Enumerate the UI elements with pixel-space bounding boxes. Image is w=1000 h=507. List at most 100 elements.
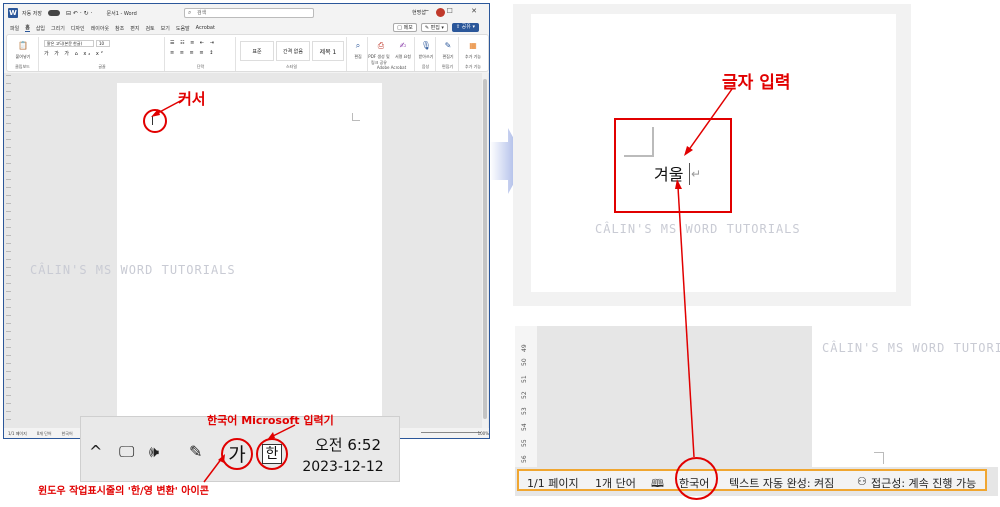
- taskbar-icon-annotation: 윈도우 작업표시줄의 '한/영 변환' 아이콘: [38, 486, 209, 497]
- editor-icon[interactable]: ✎: [442, 41, 454, 53]
- word-window: W 자동 저장 ⊟ ↶ · ↻ · 문서1 - Word 검색 현명섭 ─ ☐ …: [3, 3, 490, 439]
- ruler-tick: 50: [521, 358, 528, 366]
- zoom-slider[interactable]: [421, 432, 481, 433]
- search-input[interactable]: 검색: [184, 8, 314, 18]
- group-addins: ▦ 추가 기능 추가 기능: [460, 37, 486, 71]
- status-language[interactable]: 한국어: [62, 431, 73, 437]
- group-label: 글꼴: [98, 64, 106, 69]
- tab-file[interactable]: 파일: [10, 25, 19, 32]
- document-page[interactable]: [117, 83, 382, 428]
- addins-icon[interactable]: ▦: [467, 41, 479, 53]
- group-paragraph: ☰ ☷ ≡ ⇤ ⇥ ≡ ≡ ≡ ≡ ↕ 단락: [166, 37, 236, 71]
- zoomed-vertical-ruler: 49 50 51 52 53 54 55 56: [515, 326, 537, 467]
- paste-icon[interactable]: 📋: [17, 41, 29, 53]
- tab-help[interactable]: 도움말: [176, 25, 190, 32]
- clock-date[interactable]: 2023-12-12: [293, 459, 393, 475]
- ime-annotation-arrow: [267, 424, 296, 440]
- accessibility-icon[interactable]: ⚇: [857, 475, 867, 488]
- status-words[interactable]: 1개 단어: [595, 475, 636, 491]
- group-label: 추가 기능: [465, 64, 481, 69]
- style-normal[interactable]: 표준: [240, 41, 274, 61]
- autosave-toggle[interactable]: [48, 10, 60, 16]
- document-title: 문서1 - Word: [106, 10, 137, 17]
- pdf-icon[interactable]: ⎙: [375, 41, 387, 53]
- watermark-left: CÂLIN'S MS WORD TUTORIALS: [30, 263, 236, 277]
- tab-draw[interactable]: 그리기: [51, 25, 65, 32]
- style-heading1[interactable]: 제목 1: [312, 41, 344, 61]
- word-logo-icon: W: [8, 8, 18, 18]
- chevron-up-icon[interactable]: ^: [89, 442, 102, 461]
- document-area: [4, 73, 489, 428]
- language-to-text-arrow: [675, 179, 695, 458]
- alignment-buttons[interactable]: ≡ ≡ ≡ ≡ ↕: [170, 50, 215, 56]
- tab-insert[interactable]: 삽입: [36, 25, 45, 32]
- ruler-tick: 54: [521, 423, 528, 431]
- group-label: 단락: [196, 64, 205, 69]
- tab-mailings[interactable]: 편지: [130, 25, 139, 32]
- style-no-spacing[interactable]: 간격 없음: [276, 41, 310, 61]
- group-editor: ✎ 편집기 편집기: [437, 37, 459, 71]
- comments-button[interactable]: □ 메모: [393, 23, 417, 32]
- zoomed-status-bar: 1/1 페이지 1개 단어 🕮 한국어 텍스트 자동 완성: 켜짐 ⚇ 접근성:…: [517, 469, 987, 491]
- font-format-buttons[interactable]: 가 가 가 ⌂ x₂ x²: [44, 50, 105, 57]
- group-font: 맑은 고딕(본문 한글) 10 가 가 가 ⌂ x₂ x² 글꼴: [40, 37, 165, 71]
- sign-icon[interactable]: ✍: [397, 41, 409, 53]
- ruler-tick: 55: [521, 439, 528, 447]
- status-page[interactable]: 1/1 페이지: [527, 475, 579, 491]
- autosave-label: 자동 저장: [22, 10, 42, 17]
- font-size-select[interactable]: 10: [96, 40, 110, 47]
- group-label: 편집기: [441, 64, 454, 69]
- group-label: 음성: [421, 64, 430, 69]
- zoom-level[interactable]: 100%: [478, 431, 489, 436]
- font-name-select[interactable]: 맑은 고딕(본문 한글): [44, 40, 94, 47]
- ribbon-tabs: 파일 홈 삽입 그리기 디자인 레이아웃 참조 편지 검토 보기 도움말 Acr…: [4, 22, 489, 34]
- ruler-tick: 56: [521, 455, 528, 463]
- watermark-bottom-right: CÂLIN'S MS WORD TUTORIALS: [822, 341, 1000, 355]
- book-icon[interactable]: 🕮: [651, 475, 664, 494]
- cursor-annotation-arrow: [151, 98, 185, 117]
- group-acrobat: ⎙ PDF 생성 및 링크 공유 ✍ 서명 요청 Adobe Acrobat: [368, 37, 415, 71]
- find-icon[interactable]: ⌕: [352, 41, 364, 53]
- taskbar-annotation-arrow: [203, 454, 225, 483]
- group-find: ⌕ 편집: [348, 37, 368, 71]
- tab-review[interactable]: 검토: [145, 25, 154, 32]
- tab-home[interactable]: 홈: [25, 24, 30, 32]
- ruler-tick: 52: [521, 391, 528, 399]
- vertical-ruler: [6, 75, 11, 425]
- share-button[interactable]: ⇧ 공유 ▾: [451, 23, 479, 32]
- tab-acrobat[interactable]: Acrobat: [196, 25, 215, 31]
- language-highlight-circle: [675, 457, 718, 500]
- korean-ime-icon[interactable]: 한: [262, 444, 282, 464]
- group-label: Adobe Acrobat: [376, 65, 407, 70]
- zoomed-margin-corner: [624, 127, 654, 157]
- status-words[interactable]: 0개 단어: [37, 431, 52, 437]
- zoomed-margin-corner-2: [874, 452, 884, 464]
- paste-button-label[interactable]: 붙여넣기: [8, 54, 38, 60]
- tab-layout[interactable]: 레이아웃: [91, 25, 109, 32]
- tab-references[interactable]: 참조: [115, 25, 124, 32]
- monitor-icon[interactable]: 🖵: [119, 442, 134, 462]
- typing-annotation-arrow: [684, 88, 733, 156]
- group-clipboard: 📋 붙여넣기 클립보드: [7, 37, 39, 71]
- microphone-icon[interactable]: 🎙: [420, 41, 432, 53]
- margin-corner-mark: [352, 113, 360, 121]
- title-bar: W 자동 저장 ⊟ ↶ · ↻ · 문서1 - Word 검색 현명섭 ─ ☐ …: [4, 4, 489, 22]
- addins-button-label[interactable]: 추가 기능: [458, 54, 488, 60]
- editing-mode-button[interactable]: ✎ 편집 ▾: [420, 23, 448, 32]
- volume-icon[interactable]: 🕪: [149, 442, 159, 462]
- ruler-tick: 53: [521, 407, 528, 415]
- group-label: 클립보드: [15, 64, 30, 69]
- status-accessibility[interactable]: 접근성: 계속 진행 가능: [871, 475, 976, 491]
- ribbon: 📋 붙여넣기 클립보드 맑은 고딕(본문 한글) 10 가 가 가 ⌂ x₂ x…: [6, 34, 489, 72]
- group-label: 스타일: [285, 64, 298, 69]
- window-controls[interactable]: ─ ☐ ✕: [424, 7, 485, 15]
- status-autocomplete[interactable]: 텍스트 자동 완성: 켜짐: [729, 475, 834, 491]
- tab-design[interactable]: 디자인: [71, 25, 85, 32]
- group-styles: 표준 간격 없음 제목 1 스타일: [237, 37, 347, 71]
- clock-time[interactable]: 오전 6:52: [303, 434, 393, 455]
- vertical-scrollbar[interactable]: [482, 73, 488, 428]
- quick-access-toolbar[interactable]: ⊟ ↶ · ↻ ·: [66, 10, 93, 17]
- status-page[interactable]: 1/1 페이지: [8, 431, 27, 437]
- paragraph-buttons[interactable]: ☰ ☷ ≡ ⇤ ⇥: [170, 40, 216, 46]
- tab-view[interactable]: 보기: [161, 25, 170, 32]
